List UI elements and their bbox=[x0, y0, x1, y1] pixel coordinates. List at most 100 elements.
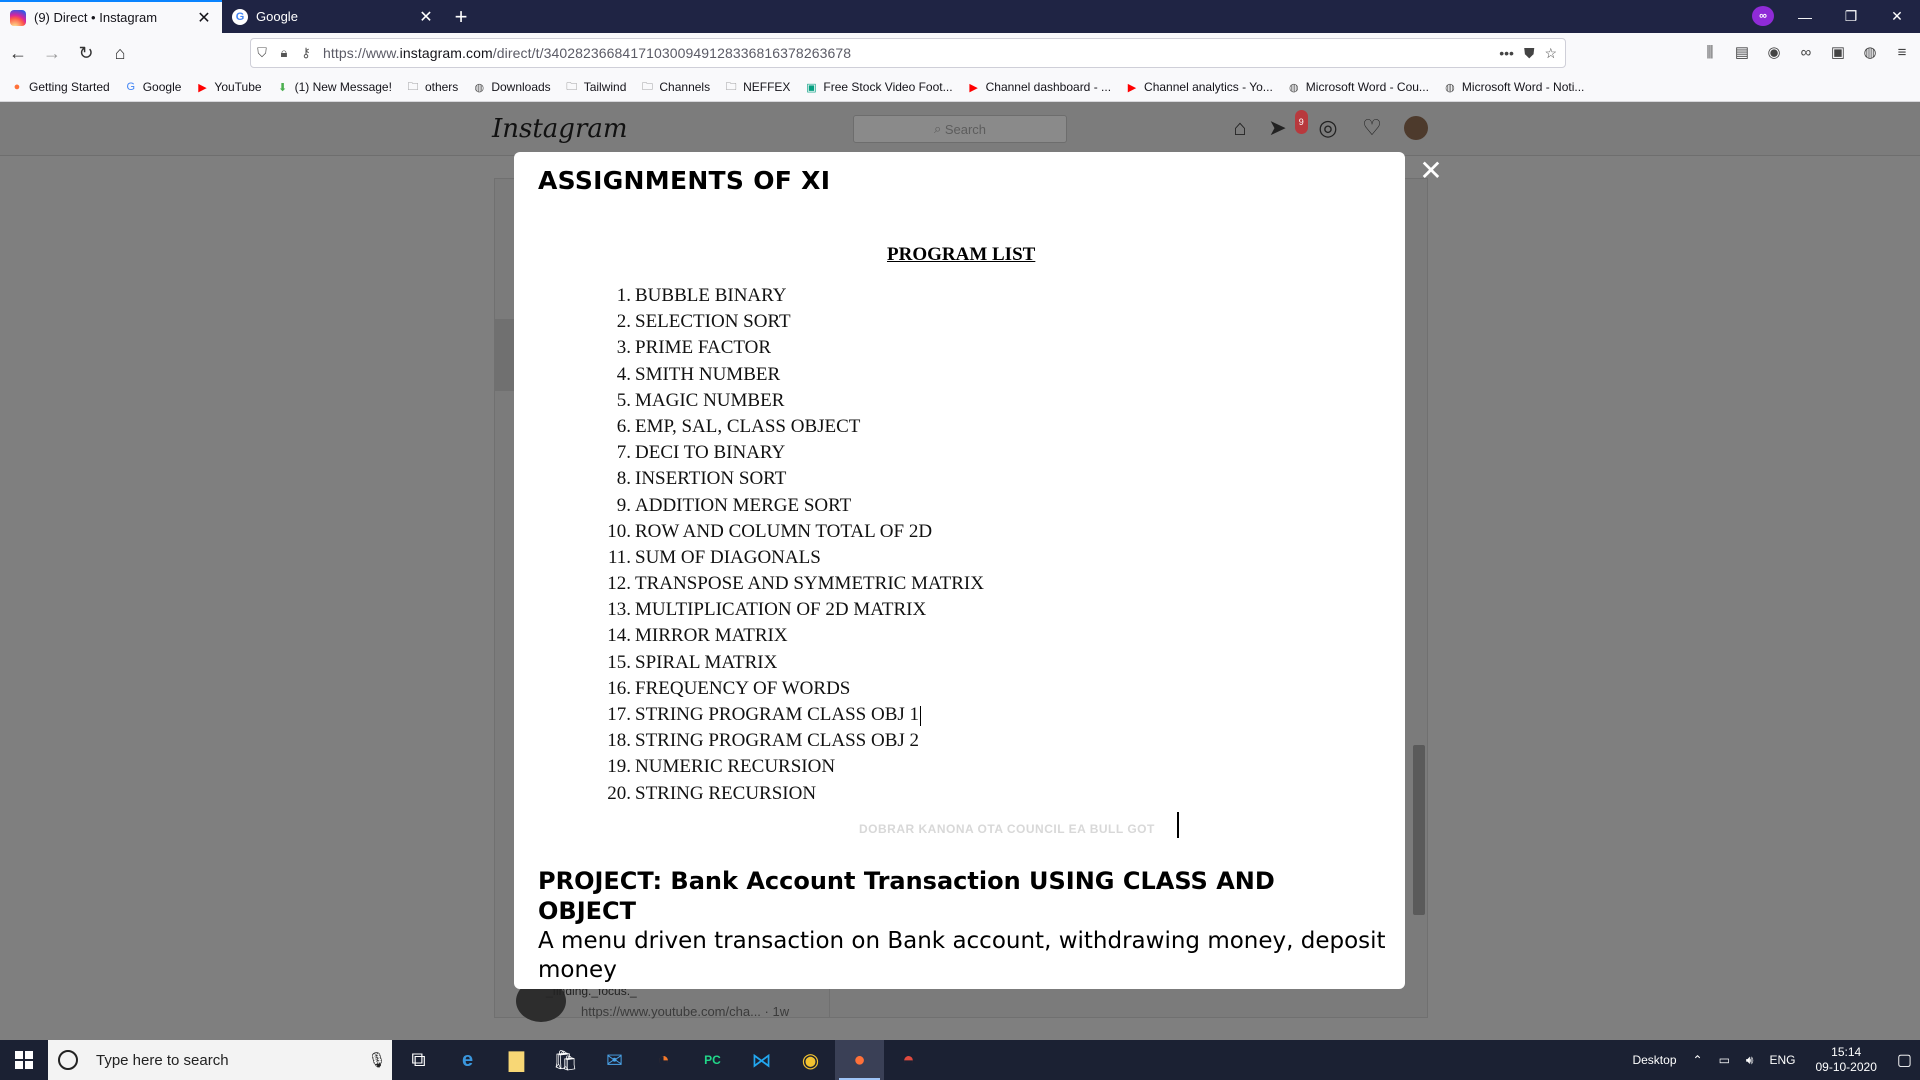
bookmark-item[interactable]: 🗀 others bbox=[406, 80, 458, 94]
program-name: SELECTION SORT bbox=[635, 311, 791, 333]
forward-icon[interactable]: → bbox=[36, 37, 68, 69]
avatar[interactable] bbox=[1404, 116, 1428, 140]
bookmark-item[interactable]: ◍ Microsoft Word - Cou... bbox=[1287, 80, 1429, 94]
explore-icon[interactable]: ◎ bbox=[1316, 115, 1340, 140]
bookmark-item[interactable]: ▶ YouTube bbox=[195, 80, 261, 94]
instagram-header: Instagram ⌕ Search ⌂ ➤ 9 ◎ ♡ bbox=[0, 102, 1920, 156]
bookmark-item[interactable]: ◍ Microsoft Word - Noti... bbox=[1443, 80, 1584, 94]
youtube-icon: ▶ bbox=[1127, 81, 1137, 94]
program-name: SMITH NUMBER bbox=[635, 363, 781, 385]
bookmark-item[interactable]: G Google bbox=[124, 80, 181, 94]
taskbar: Type here to search 🎙︎ ⧉ e ▇ 🛍︎ ✉ ◔ PC ⋈… bbox=[0, 1040, 1920, 1080]
window-controls: — ❐ ✕ bbox=[1782, 0, 1920, 33]
folder-icon: 🗀 bbox=[566, 80, 578, 93]
blender-icon[interactable]: ◔ bbox=[639, 1040, 688, 1080]
bookmark-label: Free Stock Video Foot... bbox=[823, 80, 953, 94]
program-name: STRING PROGRAM CLASS OBJ 2 bbox=[635, 730, 920, 752]
list-item: 10. ROW AND COLUMN TOTAL OF 2D bbox=[600, 519, 984, 545]
instagram-logo[interactable]: Instagram bbox=[492, 114, 628, 144]
program-name: MAGIC NUMBER bbox=[635, 389, 785, 411]
cortana-icon bbox=[58, 1050, 78, 1070]
list-item: 4. SMITH NUMBER bbox=[600, 362, 984, 388]
firefox-icon[interactable]: ● bbox=[835, 1040, 884, 1080]
close-tab-icon[interactable]: ✕ bbox=[196, 8, 212, 28]
bookmark-item[interactable]: ▶ Channel analytics - Yo... bbox=[1125, 80, 1273, 94]
language-indicator[interactable]: ENG bbox=[1769, 1053, 1795, 1067]
windows-start-button[interactable] bbox=[0, 1040, 48, 1080]
mask-icon[interactable]: ∞ bbox=[1796, 37, 1816, 67]
pycharm-icon[interactable]: PC bbox=[688, 1040, 737, 1080]
microphone-icon[interactable]: 🎙︎ bbox=[362, 1051, 392, 1069]
home-icon[interactable]: ⌂ bbox=[104, 37, 136, 69]
close-window-icon[interactable]: ✕ bbox=[1874, 0, 1920, 33]
list-number: 12. bbox=[607, 573, 631, 595]
page-actions-icon[interactable]: ••• bbox=[1499, 45, 1514, 62]
chevron-up-icon[interactable]: ⌃ bbox=[1693, 1053, 1703, 1067]
chrome-icon[interactable]: ◉ bbox=[786, 1040, 835, 1080]
tab-title: (9) Direct • Instagram bbox=[34, 10, 158, 25]
vscode-icon[interactable]: ⋈ bbox=[737, 1040, 786, 1080]
file-explorer-icon[interactable]: ▇ bbox=[492, 1040, 541, 1080]
pocket-icon[interactable]: ⛊ bbox=[1524, 45, 1535, 62]
restore-icon[interactable]: ❐ bbox=[1828, 0, 1874, 33]
faded-background-text: DOBRAR KANONA OTA COUNCIL EA BULL GOT bbox=[859, 822, 1155, 836]
app-icon[interactable]: ◓ bbox=[884, 1040, 933, 1080]
lock-icon[interactable]: 🔒︎ bbox=[273, 45, 295, 61]
store-icon[interactable]: 🛍︎ bbox=[541, 1040, 590, 1080]
tab-google[interactable]: G Google ✕ bbox=[222, 0, 444, 33]
list-number: 13. bbox=[607, 599, 631, 621]
heart-icon[interactable]: ♡ bbox=[1360, 115, 1384, 140]
clock[interactable]: 15:14 09-10-2020 bbox=[1815, 1045, 1876, 1075]
bookmark-item[interactable]: ⬇ (1) New Message! bbox=[276, 80, 392, 94]
minimize-icon[interactable]: — bbox=[1782, 0, 1828, 33]
instagram-search[interactable]: ⌕ Search bbox=[853, 115, 1067, 143]
list-number: 11. bbox=[607, 546, 631, 568]
back-icon[interactable]: ← bbox=[2, 37, 34, 69]
list-item: 16. FREQUENCY OF WORDS bbox=[600, 676, 984, 702]
menu-icon[interactable]: ≡ bbox=[1892, 37, 1912, 67]
direct-icon[interactable]: ➤ 9 bbox=[1268, 110, 1308, 140]
volume-icon[interactable]: 🔊︎ bbox=[1746, 1053, 1754, 1068]
network-icon[interactable]: ▭ bbox=[1719, 1053, 1730, 1067]
address-bar[interactable]: ⛉ 🔒︎ ⚷ https://www.instagram.com/direct/… bbox=[250, 38, 1566, 68]
taskbar-apps: ⧉ e ▇ 🛍︎ ✉ ◔ PC ⋈ ◉ ● ◓ bbox=[394, 1040, 933, 1080]
google-icon: G bbox=[232, 8, 248, 25]
reload-icon[interactable]: ↻ bbox=[70, 37, 102, 69]
bookmark-item[interactable]: ▣ Free Stock Video Foot... bbox=[804, 80, 952, 94]
bookmark-item[interactable]: ▶ Channel dashboard - ... bbox=[967, 80, 1111, 94]
bookmark-item[interactable]: ● Getting Started bbox=[10, 80, 110, 94]
shield-icon[interactable]: ⛉ bbox=[251, 45, 273, 61]
home-icon[interactable]: ⌂ bbox=[1228, 115, 1252, 140]
tab-instagram[interactable]: (9) Direct • Instagram ✕ bbox=[0, 0, 222, 33]
edge-icon[interactable]: e bbox=[443, 1040, 492, 1080]
key-icon[interactable]: ⚷ bbox=[295, 45, 317, 61]
close-tab-icon[interactable]: ✕ bbox=[418, 7, 434, 27]
bookmark-item[interactable]: 🗀 Channels bbox=[640, 80, 710, 94]
program-name: MIRROR MATRIX bbox=[635, 625, 788, 647]
taskbar-search[interactable]: Type here to search 🎙︎ bbox=[48, 1040, 392, 1080]
desktop-label[interactable]: Desktop bbox=[1632, 1053, 1676, 1067]
notification-icon[interactable]: ▢ bbox=[1897, 1050, 1912, 1070]
globe-icon[interactable]: ◍ bbox=[1860, 37, 1880, 67]
sidebar-icon[interactable]: ▤ bbox=[1732, 37, 1752, 67]
date: 09-10-2020 bbox=[1815, 1060, 1877, 1074]
new-tab-button[interactable]: + bbox=[444, 0, 478, 33]
bookmark-item[interactable]: ◍ Downloads bbox=[472, 80, 551, 94]
list-number: 3. bbox=[616, 337, 631, 359]
account-icon[interactable]: ◉ bbox=[1764, 37, 1784, 67]
list-item: 17. STRING PROGRAM CLASS OBJ 1 bbox=[600, 702, 984, 728]
program-name: PRIME FACTOR bbox=[635, 337, 772, 359]
library-icon[interactable]: ⫼ bbox=[1700, 37, 1720, 67]
bookmark-item[interactable]: 🗀 Tailwind bbox=[565, 80, 626, 94]
scrollbar[interactable] bbox=[1413, 745, 1425, 915]
task-view-icon[interactable]: ⧉ bbox=[394, 1040, 443, 1080]
extension-icon[interactable]: ▣ bbox=[1828, 37, 1848, 67]
bookmark-label: Channel dashboard - ... bbox=[985, 80, 1112, 94]
bookmark-item[interactable]: 🗀 NEFFEX bbox=[724, 80, 791, 94]
url-text[interactable]: https://www.instagram.com/direct/t/34028… bbox=[323, 45, 1499, 61]
close-icon[interactable]: ✕ bbox=[1418, 157, 1444, 185]
bookmark-star-icon[interactable]: ☆ bbox=[1544, 45, 1557, 62]
mail-icon[interactable]: ✉ bbox=[590, 1040, 639, 1080]
bookmark-label: Getting Started bbox=[29, 80, 110, 94]
google-icon: G bbox=[126, 81, 135, 93]
